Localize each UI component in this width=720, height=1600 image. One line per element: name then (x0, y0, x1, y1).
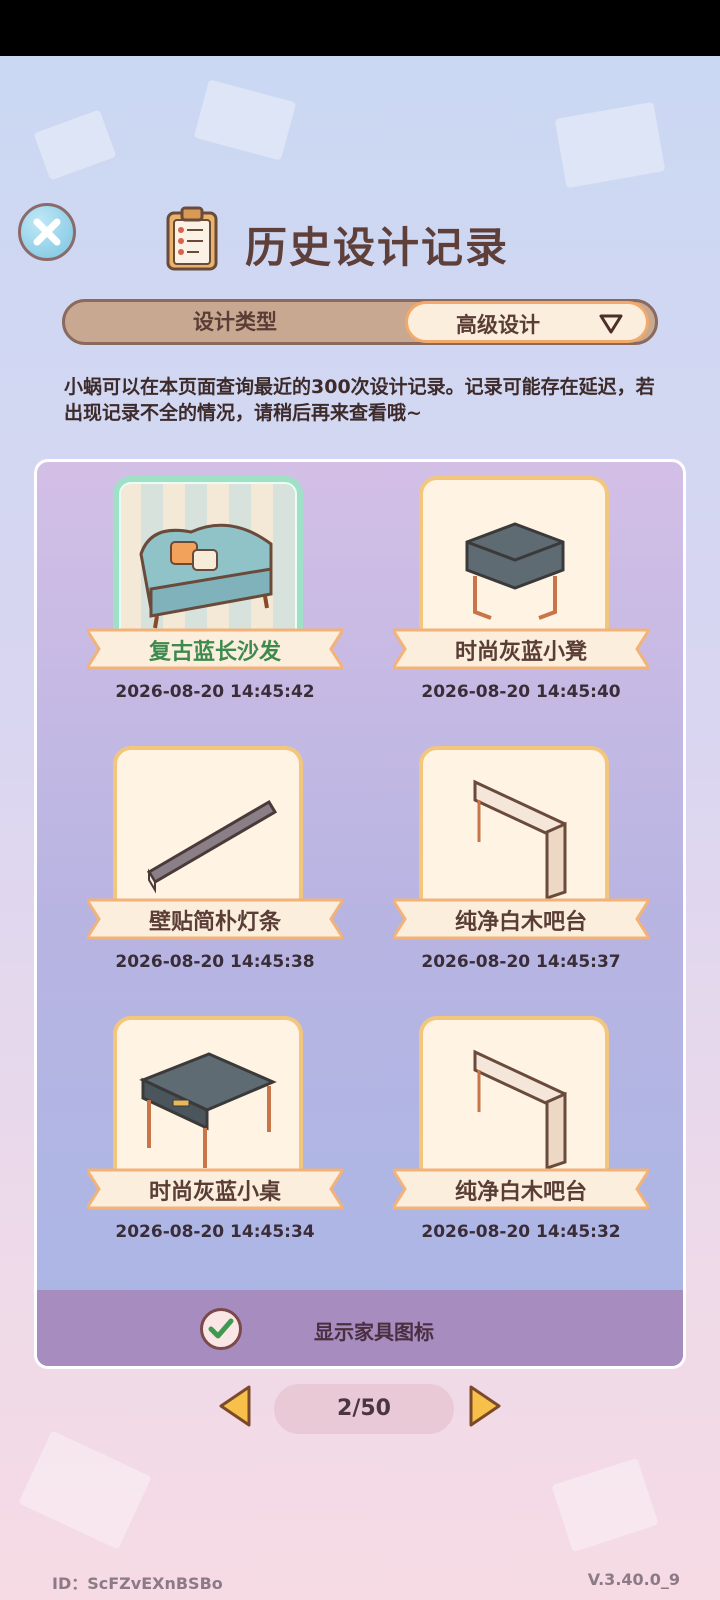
records-panel: 复古蓝长沙发 2026-08-20 14:45:42 时尚灰蓝小凳 2026-0… (34, 459, 686, 1369)
dropdown-selected-value: 高级设计 (456, 313, 540, 337)
design-type-label: 设计类型 (193, 310, 277, 334)
record-time: 2026-08-20 14:45:37 (421, 952, 621, 972)
record-name-ribbon: 壁贴简朴灯条 (87, 896, 343, 942)
design-type-dropdown[interactable]: 高级设计 (405, 301, 649, 343)
background-decoration (551, 1457, 659, 1553)
gray-stool-icon (465, 522, 565, 620)
gray-table-icon (139, 1052, 277, 1168)
record-name-ribbon: 纯净白木吧台 (393, 1166, 649, 1212)
status-bar (0, 0, 720, 56)
record-card[interactable]: 时尚灰蓝小桌 2026-08-20 14:45:34 (87, 1012, 347, 1262)
triangle-down-icon (599, 314, 623, 334)
page-indicator: 2/50 (274, 1384, 454, 1434)
record-card[interactable]: 复古蓝长沙发 2026-08-20 14:45:42 (87, 472, 347, 722)
app-version: V.3.40.0_9 (587, 1570, 680, 1589)
record-name: 复古蓝长沙发 (148, 640, 281, 665)
background-decoration (33, 109, 117, 181)
record-name-ribbon: 纯净白木吧台 (393, 896, 649, 942)
checkmark-icon (208, 1318, 234, 1339)
account-id: ID：ScFZvEXnBSBo (52, 1574, 223, 1593)
record-name-ribbon: 时尚灰蓝小凳 (393, 626, 649, 672)
clipboard-icon (166, 206, 218, 271)
design-type-selector: 设计类型 高级设计 (62, 299, 658, 345)
page-title: 历史设计记录 (245, 223, 510, 272)
record-name: 纯净白木吧台 (454, 1180, 587, 1205)
white-bar-counter-icon (473, 779, 567, 901)
record-name: 纯净白木吧台 (454, 910, 587, 935)
record-time: 2026-08-20 14:45:32 (421, 1222, 621, 1242)
record-name: 时尚灰蓝小凳 (454, 640, 587, 665)
light-strip-icon (146, 799, 278, 894)
notice-text: 小蜗可以在本页面查询最近的300次设计记录。记录可能存在延迟，若出现记录不全的情… (64, 376, 655, 424)
record-card[interactable]: 纯净白木吧台 2026-08-20 14:45:32 (393, 1012, 653, 1262)
record-name-ribbon: 复古蓝长沙发 (87, 626, 343, 672)
close-icon (33, 218, 61, 246)
record-time: 2026-08-20 14:45:40 (421, 682, 621, 702)
previous-page-button[interactable] (215, 1384, 255, 1428)
white-bar-counter-icon (473, 1049, 567, 1171)
record-card[interactable]: 壁贴简朴灯条 2026-08-20 14:45:38 (87, 742, 347, 992)
record-time: 2026-08-20 14:45:38 (115, 952, 315, 972)
background-decoration (193, 79, 297, 161)
show-furniture-icon-label: 显示家具图标 (314, 1320, 434, 1344)
record-card[interactable]: 纯净白木吧台 2026-08-20 14:45:37 (393, 742, 653, 992)
record-name: 时尚灰蓝小桌 (148, 1180, 281, 1205)
record-name-ribbon: 时尚灰蓝小桌 (87, 1166, 343, 1212)
background-decoration (18, 1430, 152, 1550)
next-page-button[interactable] (465, 1384, 505, 1428)
panel-footer: 显示家具图标 (37, 1290, 683, 1366)
show-furniture-icon-checkbox[interactable] (200, 1308, 242, 1350)
background-decoration (554, 101, 666, 189)
record-card[interactable]: 时尚灰蓝小凳 2026-08-20 14:45:40 (393, 472, 653, 722)
record-name: 壁贴简朴灯条 (148, 910, 281, 935)
record-time: 2026-08-20 14:45:34 (115, 1222, 315, 1242)
record-time: 2026-08-20 14:45:42 (115, 682, 315, 702)
blue-sofa-icon (139, 523, 273, 629)
close-button[interactable] (18, 203, 76, 261)
